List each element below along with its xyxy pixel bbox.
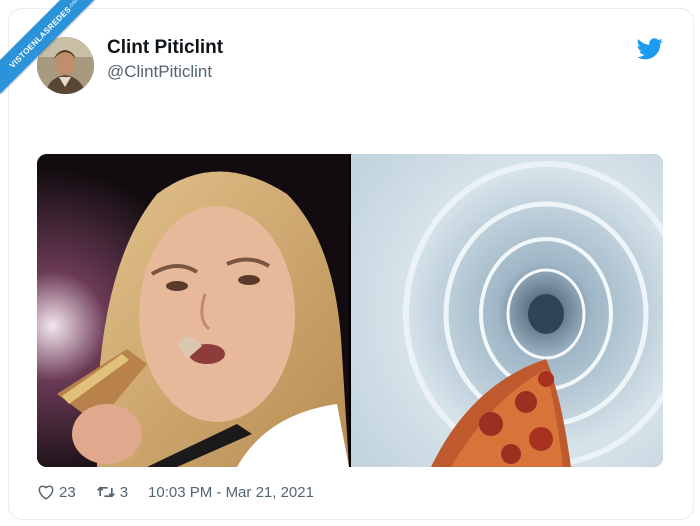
like-stat[interactable]: 23 bbox=[37, 484, 76, 501]
retweet-stat[interactable]: 3 bbox=[96, 484, 128, 501]
twitter-bird-icon[interactable] bbox=[637, 38, 663, 60]
tweet-media[interactable] bbox=[37, 154, 663, 467]
tweet-footer: 23 3 10:03 PM - Mar 21, 2021 bbox=[37, 481, 314, 503]
author-name[interactable]: Clint Piticlint bbox=[107, 37, 223, 59]
media-photo-right[interactable] bbox=[351, 154, 663, 467]
tweet-timestamp[interactable]: 10:03 PM - Mar 21, 2021 bbox=[148, 484, 314, 501]
watermark-suffix: .com bbox=[67, 0, 82, 10]
media-photo-left[interactable] bbox=[37, 154, 349, 467]
water-slide-pizza-photo bbox=[351, 154, 663, 467]
retweet-icon[interactable] bbox=[96, 484, 116, 500]
heart-icon[interactable] bbox=[37, 484, 55, 500]
woman-eating-pizza-photo bbox=[37, 154, 349, 467]
like-count: 23 bbox=[59, 483, 76, 501]
author-handle[interactable]: @ClintPiticlint bbox=[107, 62, 212, 82]
retweet-count: 3 bbox=[119, 483, 129, 501]
